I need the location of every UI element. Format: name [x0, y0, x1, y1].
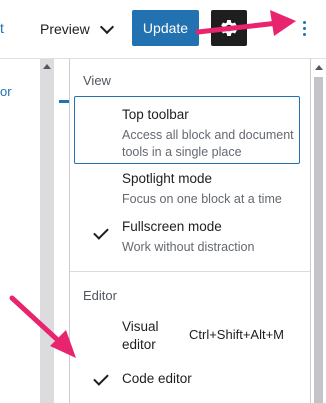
menu-item-top-toolbar[interactable]: Top toolbar Access all block and documen…	[74, 96, 300, 164]
keyboard-shortcut: Ctrl+Shift+Alt+M	[189, 327, 285, 342]
options-menu-button[interactable]	[292, 12, 316, 44]
editor-screen: t Preview Update or View Top toolbar Acc…	[0, 0, 326, 403]
kebab-icon-dot	[302, 26, 306, 30]
scroll-up-icon[interactable]	[315, 65, 323, 70]
editor-group-heading: Editor	[83, 288, 117, 303]
header-left-text[interactable]: t	[0, 20, 4, 36]
left-panel-link[interactable]: or	[0, 84, 12, 99]
canvas-edge	[54, 59, 69, 403]
kebab-icon-dot	[302, 32, 306, 36]
update-button[interactable]: Update	[132, 10, 199, 46]
menu-item-fullscreen-mode[interactable]: Fullscreen mode Work without distraction	[74, 217, 300, 263]
menu-item-title: Fullscreen mode	[122, 219, 222, 234]
check-icon	[93, 370, 109, 386]
kebab-icon	[302, 20, 306, 24]
scrollbar-thumb[interactable]	[314, 77, 323, 403]
menu-item-title: Visual editor	[122, 319, 159, 352]
gear-icon	[221, 20, 237, 36]
menu-separator	[70, 271, 310, 272]
menu-item-spotlight-mode[interactable]: Spotlight mode Focus on one block at a t…	[74, 167, 300, 213]
menu-item-title: Top toolbar	[122, 107, 189, 122]
check-icon	[93, 224, 109, 240]
active-indicator	[59, 100, 69, 103]
menu-item-description: Work without distraction	[122, 240, 255, 254]
settings-button[interactable]	[211, 10, 247, 46]
menu-scrollbar[interactable]	[311, 59, 326, 403]
scroll-up-icon[interactable]	[43, 64, 51, 69]
menu-item-description: Access all block and document tools in a…	[122, 128, 294, 159]
preview-label: Preview	[40, 21, 90, 37]
left-panel	[0, 59, 40, 403]
view-group-heading: View	[83, 73, 111, 88]
menu-item-description: Focus on one block at a time	[122, 192, 282, 206]
menu-item-title: Spotlight mode	[122, 171, 213, 186]
preview-button[interactable]: Preview	[40, 17, 114, 41]
chevron-down-icon	[99, 19, 114, 34]
options-dropdown: View Top toolbar Access all block and do…	[69, 59, 311, 403]
menu-item-visual-editor[interactable]: Visual editor Ctrl+Shift+Alt+M	[74, 315, 300, 355]
editor-header: t Preview Update	[0, 0, 326, 59]
menu-item-title: Code editor	[122, 371, 192, 386]
left-scrollbar[interactable]	[40, 59, 54, 403]
menu-item-code-editor[interactable]: Code editor	[74, 365, 300, 395]
